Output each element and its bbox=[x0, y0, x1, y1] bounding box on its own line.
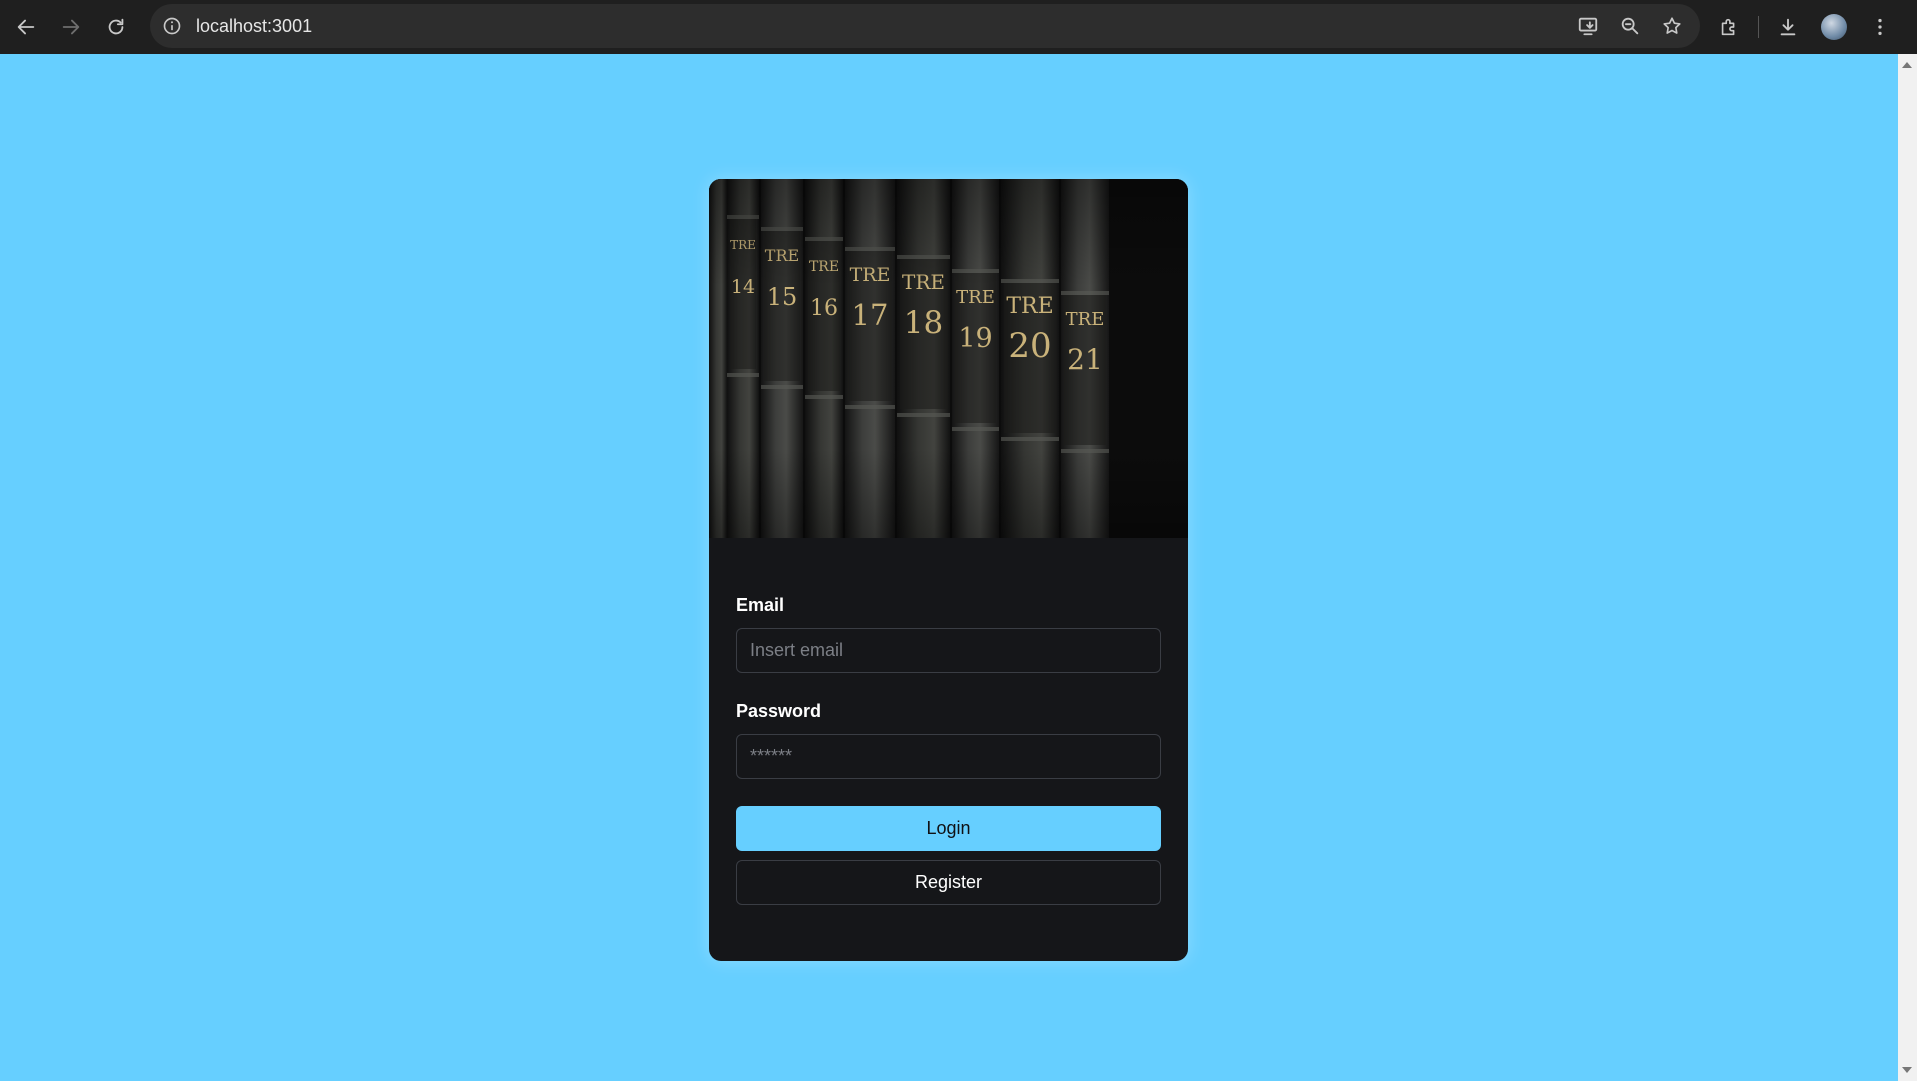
reload-button[interactable] bbox=[98, 9, 134, 45]
profile-button[interactable] bbox=[1817, 10, 1851, 44]
toolbar-separator bbox=[1758, 16, 1759, 38]
site-info-button[interactable] bbox=[160, 14, 184, 38]
login-form: Email Password Login Register bbox=[736, 595, 1161, 905]
avatar bbox=[1821, 14, 1847, 40]
page-scrollbar[interactable] bbox=[1898, 54, 1917, 1081]
kebab-menu-icon bbox=[1878, 18, 1882, 36]
puzzle-icon bbox=[1721, 18, 1735, 36]
star-icon bbox=[1663, 17, 1681, 34]
address-bar[interactable]: localhost:3001 bbox=[150, 4, 1700, 48]
arrow-right-icon bbox=[62, 19, 80, 35]
forward-button[interactable] bbox=[53, 9, 89, 45]
hero-books-image: TRE14TRE15TRE16TRE17TRE18TRE19TRE20TRE21 bbox=[709, 179, 1188, 538]
info-icon bbox=[163, 17, 181, 35]
install-app-icon bbox=[1578, 17, 1598, 36]
arrow-left-icon bbox=[17, 19, 35, 35]
extensions-button[interactable] bbox=[1712, 10, 1746, 44]
downloads-button[interactable] bbox=[1771, 10, 1805, 44]
back-button[interactable] bbox=[8, 9, 44, 45]
download-icon bbox=[1780, 18, 1796, 36]
browser-toolbar: localhost:3001 bbox=[0, 0, 1917, 54]
scroll-up-arrow-icon[interactable] bbox=[1902, 62, 1912, 68]
zoom-icon bbox=[1621, 17, 1639, 35]
bookmark-button[interactable] bbox=[1658, 12, 1686, 40]
email-label: Email bbox=[736, 595, 785, 615]
install-app-button[interactable] bbox=[1574, 12, 1602, 40]
scroll-down-arrow-icon[interactable] bbox=[1902, 1067, 1912, 1073]
login-button[interactable]: Login bbox=[736, 806, 1161, 851]
books-image: TRE14TRE15TRE16TRE17TRE18TRE19TRE20TRE21 bbox=[709, 179, 1188, 538]
url-text[interactable]: localhost:3001 bbox=[196, 16, 312, 37]
register-button[interactable]: Register bbox=[736, 860, 1161, 905]
password-input[interactable] bbox=[736, 734, 1161, 779]
login-card: TRE14TRE15TRE16TRE17TRE18TRE19TRE20TRE21… bbox=[709, 179, 1188, 961]
email-input[interactable] bbox=[736, 628, 1161, 673]
reload-icon bbox=[108, 18, 124, 35]
password-label: Password bbox=[736, 701, 822, 721]
menu-button[interactable] bbox=[1863, 10, 1897, 44]
zoom-button[interactable] bbox=[1616, 12, 1644, 40]
